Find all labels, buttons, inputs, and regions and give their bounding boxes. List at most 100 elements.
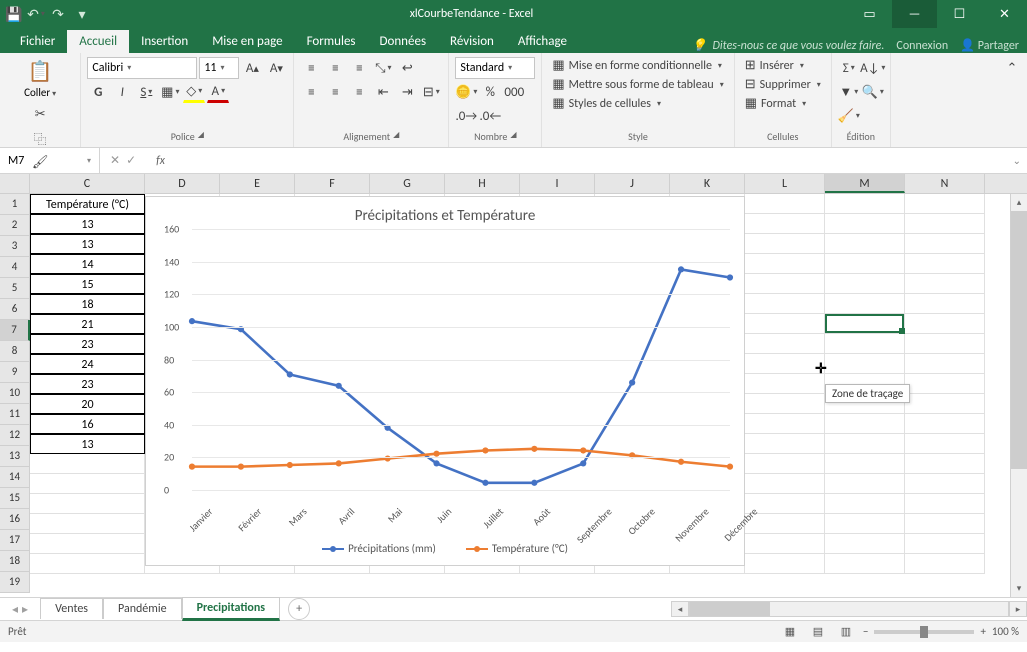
increase-indent-icon[interactable]: ⇥ xyxy=(396,81,418,103)
name-box[interactable]: M7▾ xyxy=(0,148,100,173)
worksheet-grid[interactable]: CDEFGHIJKLMN 123456789101112131415161718… xyxy=(0,174,1027,597)
cell-M9[interactable] xyxy=(825,354,905,374)
row-header-7[interactable]: 7 xyxy=(0,320,30,341)
page-break-view-icon[interactable]: ▥ xyxy=(835,623,857,641)
align-bottom-icon[interactable]: ≡ xyxy=(348,57,370,79)
fx-icon[interactable]: fx xyxy=(156,154,165,168)
cell-L8[interactable] xyxy=(745,334,825,354)
row-header-16[interactable]: 16 xyxy=(0,509,30,530)
sheet-tab-precipitations[interactable]: Precipitations xyxy=(182,597,280,621)
sort-filter-icon[interactable]: A↓▾ xyxy=(862,57,884,79)
cell-C8[interactable]: 23 xyxy=(30,334,145,354)
cell-L6[interactable] xyxy=(745,294,825,314)
connection-link[interactable]: Connexion xyxy=(896,39,948,53)
cell-N19[interactable] xyxy=(905,554,985,574)
column-header-H[interactable]: H xyxy=(445,174,520,193)
cell-M17[interactable] xyxy=(825,514,905,534)
chart-data-point[interactable] xyxy=(580,460,586,466)
decrease-decimal-icon[interactable]: .0← xyxy=(479,105,501,127)
cell-M15[interactable] xyxy=(825,474,905,494)
cell-N4[interactable] xyxy=(905,254,985,274)
row-header-3[interactable]: 3 xyxy=(0,236,30,257)
tell-me-search[interactable]: 💡 Dites-nous ce que vous voulez faire. xyxy=(692,38,885,53)
cell-C16[interactable] xyxy=(30,494,145,514)
cancel-formula-icon[interactable]: ✕ xyxy=(110,153,120,168)
cell-C17[interactable] xyxy=(30,514,145,534)
legend-item[interactable]: Précipitations (mm) xyxy=(322,542,436,555)
row-header-19[interactable]: 19 xyxy=(0,572,30,593)
align-top-icon[interactable]: ≡ xyxy=(300,57,322,79)
cell-M5[interactable] xyxy=(825,274,905,294)
conditional-formatting-button[interactable]: ▦Mise en forme conditionnelle▾ xyxy=(548,57,727,74)
select-all-button[interactable] xyxy=(0,174,30,193)
chart-data-point[interactable] xyxy=(287,462,293,468)
tab-home[interactable]: Accueil xyxy=(67,30,129,53)
cell-L18[interactable] xyxy=(745,534,825,554)
cell-M13[interactable] xyxy=(825,434,905,454)
tab-layout[interactable]: Mise en page xyxy=(200,30,294,53)
fill-color-button[interactable]: ◇▾ xyxy=(183,81,205,103)
launcher-icon[interactable]: ◢ xyxy=(510,130,516,143)
launcher-icon[interactable]: ◢ xyxy=(393,130,399,143)
chart-data-point[interactable] xyxy=(727,464,733,470)
increase-font-icon[interactable]: A▴ xyxy=(241,57,263,79)
cell-N7[interactable] xyxy=(905,314,985,334)
align-center-icon[interactable]: ≡ xyxy=(324,81,346,103)
chart-data-point[interactable] xyxy=(287,371,293,377)
column-header-D[interactable]: D xyxy=(145,174,220,193)
row-header-17[interactable]: 17 xyxy=(0,530,30,551)
chart-data-point[interactable] xyxy=(727,274,733,280)
row-header-8[interactable]: 8 xyxy=(0,341,30,362)
chart-data-point[interactable] xyxy=(531,480,537,486)
expand-formula-icon[interactable]: ⌄ xyxy=(1007,154,1027,167)
fill-icon[interactable]: ▼▾ xyxy=(838,81,860,103)
column-header-C[interactable]: C xyxy=(30,174,145,193)
cell-L11[interactable] xyxy=(745,394,825,414)
cell-N10[interactable] xyxy=(905,374,985,394)
tab-scroll-right-icon[interactable]: ▸ xyxy=(22,602,28,617)
chart-data-point[interactable] xyxy=(678,459,684,465)
column-header-J[interactable]: J xyxy=(595,174,670,193)
tab-scroll-left-icon[interactable]: ◂ xyxy=(12,602,18,617)
cell-C3[interactable]: 13 xyxy=(30,234,145,254)
cell-N6[interactable] xyxy=(905,294,985,314)
cell-C18[interactable] xyxy=(30,534,145,554)
collapse-ribbon-icon[interactable]: ⌃ xyxy=(1001,57,1023,79)
cell-M16[interactable] xyxy=(825,494,905,514)
row-header-15[interactable]: 15 xyxy=(0,488,30,509)
row-header-13[interactable]: 13 xyxy=(0,446,30,467)
chart-data-point[interactable] xyxy=(482,480,488,486)
align-middle-icon[interactable]: ≡ xyxy=(324,57,346,79)
cell-L10[interactable] xyxy=(745,374,825,394)
cell-N17[interactable] xyxy=(905,514,985,534)
cell-C19[interactable] xyxy=(30,554,145,574)
close-button[interactable]: ✕ xyxy=(982,0,1027,28)
border-button[interactable]: ▦▾ xyxy=(159,81,181,103)
scroll-down-icon[interactable]: ▾ xyxy=(1011,580,1027,597)
font-name-combo[interactable]: Calibri▾ xyxy=(87,57,197,79)
cell-L1[interactable] xyxy=(745,194,825,214)
row-header-14[interactable]: 14 xyxy=(0,467,30,488)
chart-data-point[interactable] xyxy=(385,455,391,461)
cell-N14[interactable] xyxy=(905,454,985,474)
decrease-indent-icon[interactable]: ⇤ xyxy=(372,81,394,103)
cell-L2[interactable] xyxy=(745,214,825,234)
qat-customize-icon[interactable]: ▾ xyxy=(74,6,90,22)
cell-N9[interactable] xyxy=(905,354,985,374)
accept-formula-icon[interactable]: ✓ xyxy=(126,153,136,168)
page-layout-view-icon[interactable]: ▤ xyxy=(807,623,829,641)
cell-M2[interactable] xyxy=(825,214,905,234)
cell-N5[interactable] xyxy=(905,274,985,294)
align-right-icon[interactable]: ≡ xyxy=(348,81,370,103)
cell-L5[interactable] xyxy=(745,274,825,294)
cell-L15[interactable] xyxy=(745,474,825,494)
row-header-11[interactable]: 11 xyxy=(0,404,30,425)
align-left-icon[interactable]: ≡ xyxy=(300,81,322,103)
cell-M3[interactable] xyxy=(825,234,905,254)
tab-insert[interactable]: Insertion xyxy=(129,30,200,53)
cell-N3[interactable] xyxy=(905,234,985,254)
format-cells-button[interactable]: ▦Format▾ xyxy=(741,95,825,112)
paste-button[interactable]: 📋 Coller▾ xyxy=(20,57,60,101)
format-as-table-button[interactable]: ▦Mettre sous forme de tableau▾ xyxy=(548,76,727,93)
orientation-icon[interactable]: ⤡▾ xyxy=(372,57,394,79)
